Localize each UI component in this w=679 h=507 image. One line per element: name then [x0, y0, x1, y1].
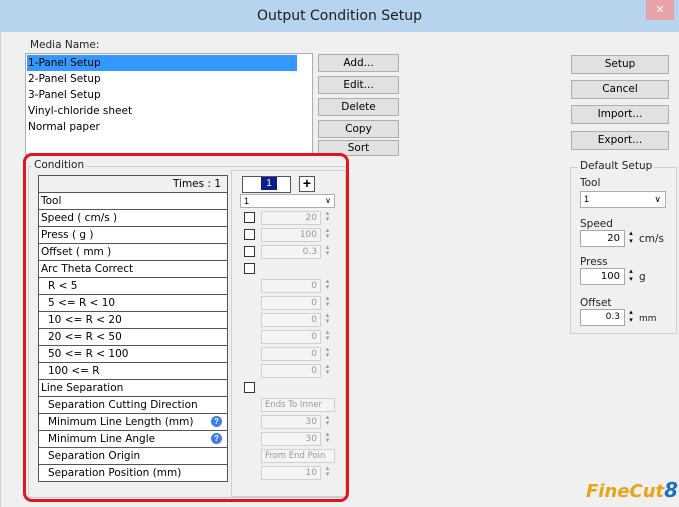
default-speed-input[interactable]: 20 [580, 230, 625, 247]
media-list[interactable]: 1-Panel Setup 2-Panel Setup 3-Panel Setu… [25, 53, 313, 155]
export-button[interactable]: Export... [571, 131, 669, 150]
default-press-spinner[interactable]: ▴ ▾ [626, 268, 636, 285]
media-list-item[interactable]: Normal paper [27, 119, 100, 135]
window-title: Output Condition Setup [256, 8, 423, 24]
close-icon[interactable]: ✕ [646, 0, 674, 20]
edit-button[interactable]: Edit... [318, 76, 399, 94]
cancel-button[interactable]: Cancel [571, 80, 669, 99]
fine-cut-logo: FineCut8 [586, 478, 679, 502]
media-list-item[interactable]: 2-Panel Setup [27, 71, 101, 87]
media-list-item-selected[interactable]: 1-Panel Setup [27, 55, 297, 71]
title-bar: Output Condition Setup ✕ [0, 0, 679, 33]
delete-button[interactable]: Delete [318, 98, 399, 116]
media-list-item[interactable]: 3-Panel Setup [27, 87, 101, 103]
highlight-box [23, 153, 349, 502]
copy-button[interactable]: Copy [318, 120, 399, 138]
default-offset-label: Offset [580, 297, 612, 309]
default-press-label: Press [580, 256, 608, 268]
default-speed-label: Speed [580, 218, 613, 230]
setup-button[interactable]: Setup [571, 55, 669, 74]
default-speed-unit: cm/s [639, 233, 665, 245]
default-offset-spinner[interactable]: ▴ ▾ [626, 309, 636, 326]
default-press-unit: g [639, 271, 646, 283]
add-button[interactable]: Add... [318, 54, 399, 72]
default-tool-value: 1 [584, 194, 590, 204]
media-name-label: Media Name: [30, 39, 100, 51]
default-offset-input[interactable]: 0.3 [580, 309, 625, 326]
default-offset-unit: mm [639, 314, 657, 324]
default-press-input[interactable]: 100 [580, 268, 625, 285]
default-tool-label: Tool [580, 177, 601, 189]
default-speed-spinner[interactable]: ▴ ▾ [626, 230, 636, 247]
media-list-item[interactable]: Vinyl-chloride sheet [27, 103, 132, 119]
default-tool-select[interactable]: 1 ∨ [580, 191, 666, 208]
default-setup-label: Default Setup [578, 160, 655, 172]
chevron-down-icon: ∨ [654, 194, 661, 204]
import-button[interactable]: Import... [571, 105, 669, 124]
